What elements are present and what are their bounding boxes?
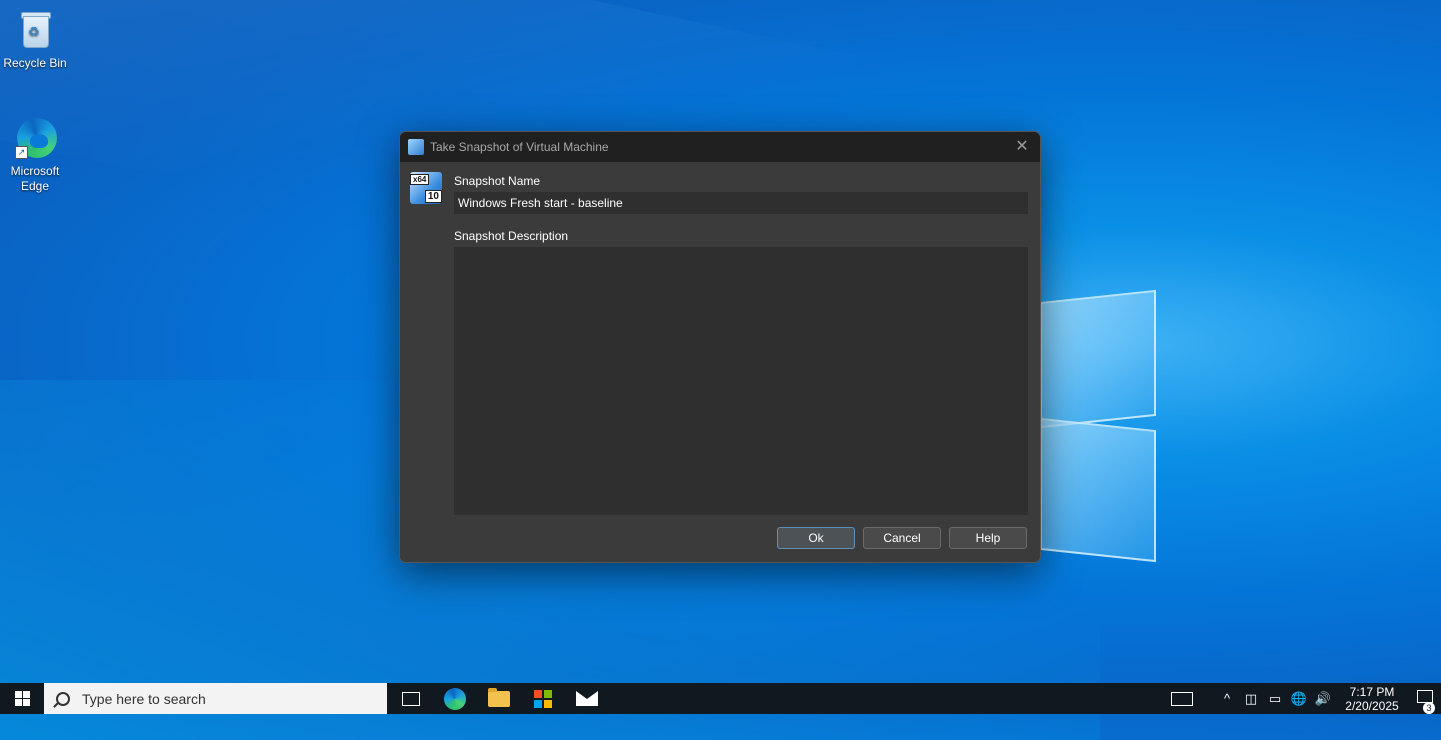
dialog-titlebar[interactable]: Take Snapshot of Virtual Machine ✕ [400,132,1040,162]
taskbar-search-box[interactable]: Type here to search [44,683,387,714]
shortcut-arrow-icon: ↗ [15,146,28,159]
desktop-icon-label: Microsoft Edge [10,164,60,193]
taskbar: Type here to search ^ ◫ ▭ 🌐 🔊 7:17 PM 2/… [0,683,1441,714]
taskbar-store-button[interactable] [521,683,565,714]
edge-icon [444,687,466,710]
snapshot-dialog: Take Snapshot of Virtual Machine ✕ x64 1… [399,131,1041,563]
news-interests-icon[interactable] [1171,691,1193,706]
taskbar-file-explorer-button[interactable] [477,683,521,714]
notification-count-badge: 3 [1423,701,1435,714]
windows-wallpaper-logo [1040,282,1160,563]
desktop-icon-label: Recycle Bin [3,56,67,70]
action-center-button[interactable]: 3 [1409,689,1441,714]
battery-icon[interactable]: ▭ [1263,691,1287,707]
snapshot-description-textarea[interactable] [454,247,1028,515]
snapshot-name-label: Snapshot Name [454,174,541,188]
close-button[interactable]: ✕ [1012,137,1032,157]
clock-date: 2/20/2025 [1345,698,1399,713]
taskbar-edge-button[interactable] [433,683,477,714]
edge-icon: ↗ [11,114,59,162]
clock-time: 7:17 PM [1349,684,1395,699]
microsoft-store-icon [534,689,552,708]
snapshot-description-label: Snapshot Description [454,229,569,243]
search-icon [56,691,70,706]
volume-icon[interactable]: 🔊 [1311,691,1335,707]
show-hidden-icons-chevron-icon[interactable]: ^ [1215,691,1239,706]
taskbar-mail-button[interactable] [565,683,609,714]
desktop-icon-microsoft-edge[interactable]: ↗ Microsoft Edge [0,114,70,194]
file-explorer-icon [488,687,510,707]
search-placeholder: Type here to search [82,690,206,707]
network-globe-icon[interactable]: 🌐 [1287,691,1311,707]
windows-logo-icon [14,691,30,706]
snapshot-name-input[interactable] [454,192,1028,214]
ok-button[interactable]: Ok [777,527,855,549]
clock[interactable]: 7:17 PM 2/20/2025 [1335,685,1409,713]
vm-app-icon [408,139,424,155]
meet-now-icon[interactable]: ◫ [1239,691,1263,707]
help-button[interactable]: Help [949,527,1027,549]
notification-icon [1417,689,1433,703]
system-tray: ^ ◫ ▭ 🌐 🔊 7:17 PM 2/20/2025 3 [1171,683,1441,714]
task-view-button[interactable] [389,683,433,714]
task-view-icon [402,691,420,706]
desktop-icon-recycle-bin[interactable]: ♻ Recycle Bin [0,6,70,71]
recycle-bin-icon: ♻ [11,6,59,54]
start-button[interactable] [0,683,44,714]
cancel-button[interactable]: Cancel [863,527,941,549]
mail-icon [576,691,598,706]
dialog-title: Take Snapshot of Virtual Machine [430,140,609,154]
virtual-machine-icon: x64 10 [410,172,442,204]
